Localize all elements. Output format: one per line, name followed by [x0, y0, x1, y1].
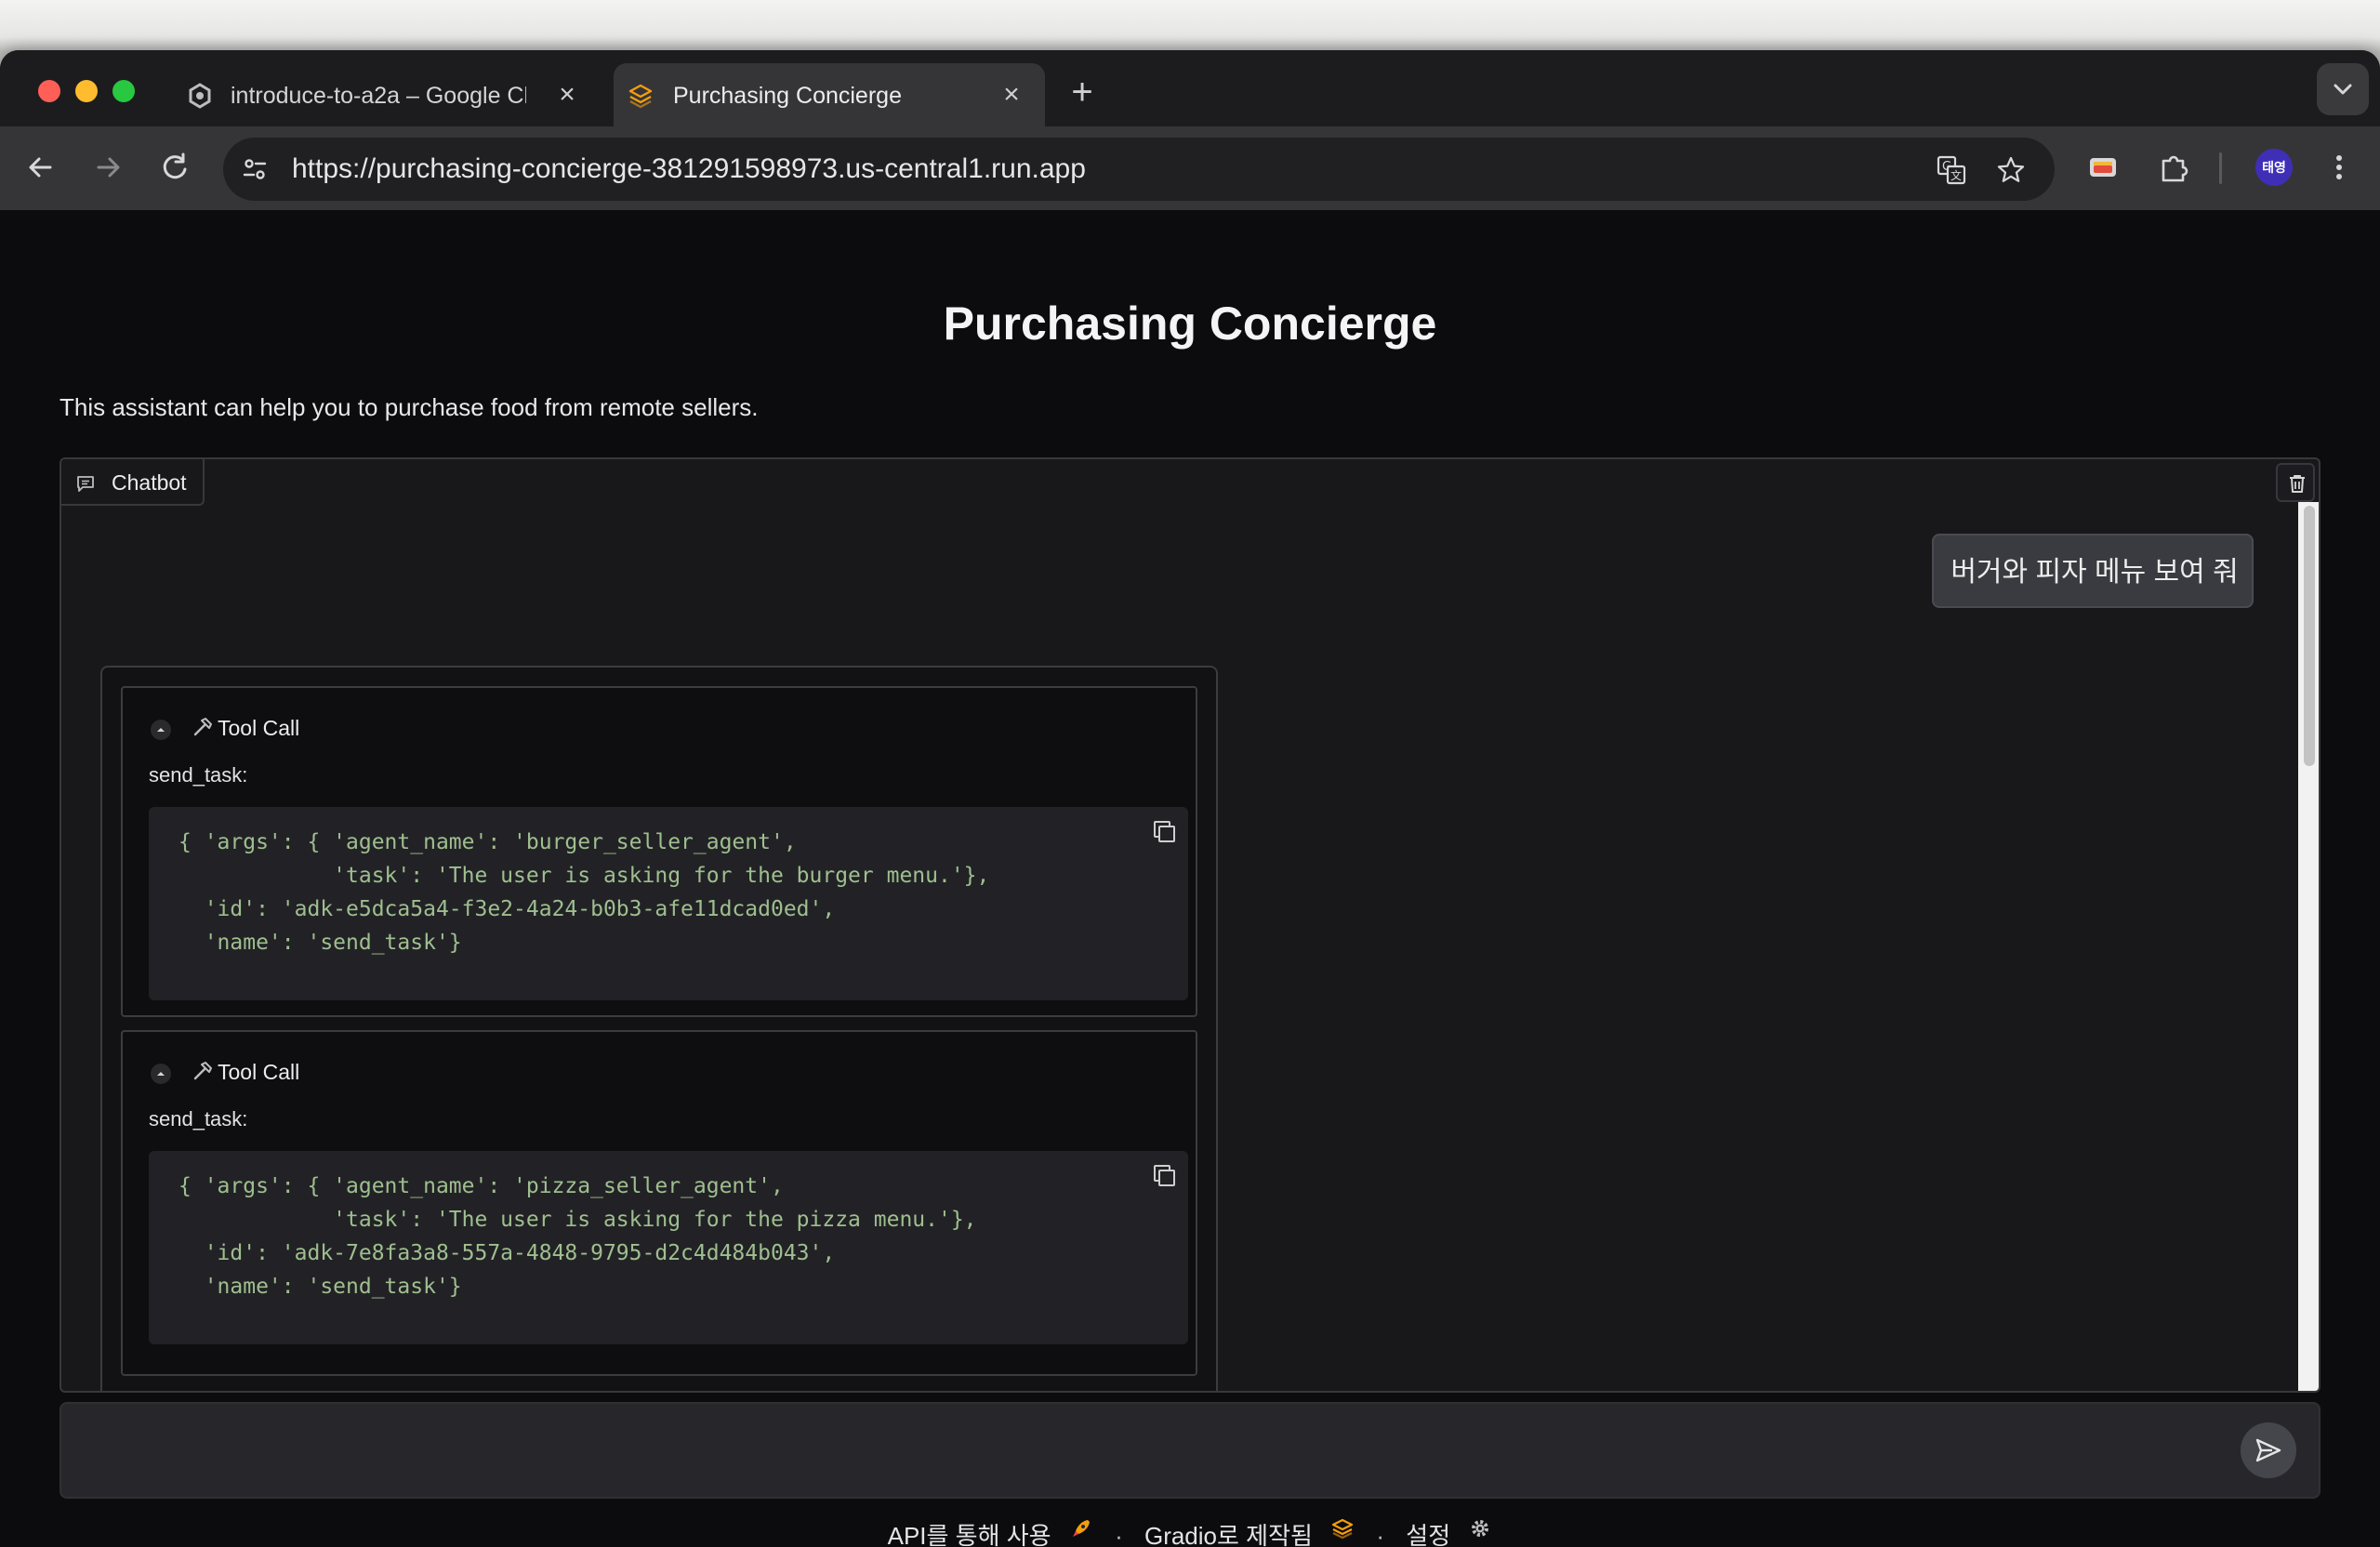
toolbar-divider [2219, 152, 2222, 184]
window-maximize-button[interactable] [112, 80, 135, 102]
copy-icon[interactable] [1149, 1160, 1181, 1192]
hammer-icon [193, 1062, 212, 1080]
tab-purchasing-concierge[interactable]: Purchasing Concierge × [614, 63, 1045, 126]
collapse-toggle[interactable] [151, 720, 171, 740]
user-message-text: 버거와 피자 메뉴 보여 줘 [1950, 557, 2239, 588]
browser-window: introduce-to-a2a – Google Cl × Purchasin… [0, 50, 2380, 1547]
code-block: { 'args': { 'agent_name': 'pizza_seller_… [149, 1151, 1188, 1344]
code-block: { 'args': { 'agent_name': 'burger_seller… [149, 807, 1188, 1000]
chrome-labs-icon[interactable] [2084, 149, 2122, 186]
tab-search-button[interactable] [2317, 63, 2369, 115]
tab-close-icon[interactable]: × [552, 80, 582, 110]
settings-link[interactable]: 설정 [1406, 1517, 1450, 1547]
translate-icon[interactable]: G 文 [1936, 154, 1967, 186]
copy-icon[interactable] [1149, 816, 1181, 848]
browser-toolbar: https://purchasing-concierge-38129159897… [0, 126, 2380, 210]
code-line: 'task': 'The user is asking for the pizz… [178, 1208, 977, 1232]
rocket-icon [1072, 1520, 1090, 1537]
bot-message: Tool Call send_task: { 'args': { 'agent_… [100, 666, 1218, 1391]
google-cloud-icon [189, 83, 211, 109]
footer: API를 통해 사용 · Gradio로 제작됨 · 설정 [0, 1515, 2380, 1547]
tool-call-title: Tool Call [218, 716, 300, 740]
code-line: 'id': 'adk-7e8fa3a8-557a-4848-9795-d2c4d… [178, 1241, 836, 1265]
chatbot-label-text: Chatbot [112, 470, 187, 495]
message-input-bar [60, 1402, 2320, 1499]
code-line: { 'args': { 'agent_name': 'pizza_seller_… [178, 1174, 784, 1198]
address-bar[interactable]: https://purchasing-concierge-38129159897… [223, 138, 2055, 201]
reload-icon[interactable] [152, 145, 197, 190]
new-tab-button[interactable]: + [1064, 73, 1101, 112]
send-icon [2255, 1438, 2281, 1462]
window-close-button[interactable] [38, 80, 60, 102]
use-via-api-link[interactable]: API를 통해 사용 [888, 1517, 1051, 1547]
gradio-logo-icon [1332, 1518, 1354, 1540]
user-message: 버거와 피자 메뉴 보여 줘 [1932, 534, 2254, 608]
code-line: 'task': 'The user is asking for the burg… [178, 864, 990, 888]
window-minimize-button[interactable] [75, 80, 98, 102]
chatbot-label: Chatbot [61, 459, 205, 506]
footer-separator: · [1376, 1522, 1385, 1547]
tool-call-card: Tool Call send_task: { 'args': { 'agent_… [121, 686, 1197, 1017]
back-arrow-icon[interactable] [19, 145, 63, 190]
forward-arrow-icon[interactable] [86, 145, 130, 190]
page-title: Purchasing Concierge [943, 298, 1437, 350]
code-line: 'name': 'send_task'} [178, 1275, 462, 1299]
page-content: Purchasing Concierge This assistant can … [0, 210, 2380, 1547]
chevron-up-icon [157, 1072, 165, 1076]
tab-close-icon[interactable]: × [997, 80, 1026, 110]
page-description: This assistant can help you to purchase … [60, 393, 759, 421]
gear-icon [1472, 1520, 1489, 1537]
chat-scrollbar-thumb[interactable] [2304, 506, 2315, 766]
code-line: 'id': 'adk-e5dca5a4-f3e2-4a24-b0b3-afe11… [178, 897, 836, 921]
chat-bubble-icon [77, 476, 94, 492]
svg-text:文: 文 [1950, 168, 1962, 182]
code-line: { 'args': { 'agent_name': 'burger_seller… [178, 830, 797, 854]
built-with-gradio-link[interactable]: Gradio로 제작됨 [1144, 1517, 1313, 1547]
chevron-down-icon [2334, 84, 2352, 95]
gradio-icon [628, 84, 653, 109]
send-button[interactable] [2241, 1422, 2296, 1478]
tab-introduce-to-a2a[interactable]: introduce-to-a2a – Google Cl × [173, 63, 601, 126]
tab-strip: introduce-to-a2a – Google Cl × Purchasin… [0, 50, 2380, 126]
url-text: https://purchasing-concierge-38129159897… [292, 153, 1086, 184]
tool-call-card: Tool Call send_task: { 'args': { 'agent_… [121, 1030, 1197, 1376]
clear-chat-button[interactable] [2276, 463, 2315, 502]
code-line: 'name': 'send_task'} [178, 931, 462, 955]
collapse-toggle[interactable] [151, 1064, 171, 1084]
message-input[interactable] [80, 1422, 2218, 1478]
tool-call-title: Tool Call [218, 1060, 300, 1084]
bookmark-star-icon[interactable] [1995, 154, 2027, 186]
tool-function-name: send_task: [149, 763, 248, 787]
hammer-icon [193, 718, 212, 736]
browser-menu-icon[interactable] [2320, 149, 2358, 186]
tab-title: Purchasing Concierge [673, 83, 902, 109]
tab-title: introduce-to-a2a – Google Cl [231, 83, 526, 109]
extensions-icon[interactable] [2155, 149, 2192, 186]
chat-scrollbar[interactable] [2298, 502, 2319, 1391]
profile-avatar[interactable]: 태영 [2255, 149, 2293, 186]
chevron-up-icon [157, 728, 165, 732]
tool-function-name: send_task: [149, 1107, 248, 1130]
chatbot-panel: Chatbot 버거와 피자 메뉴 보여 줘 Tool Call send_ta… [60, 457, 2320, 1393]
site-info-icon[interactable] [240, 154, 270, 184]
footer-separator: · [1115, 1522, 1123, 1547]
trash-icon [2290, 475, 2305, 493]
